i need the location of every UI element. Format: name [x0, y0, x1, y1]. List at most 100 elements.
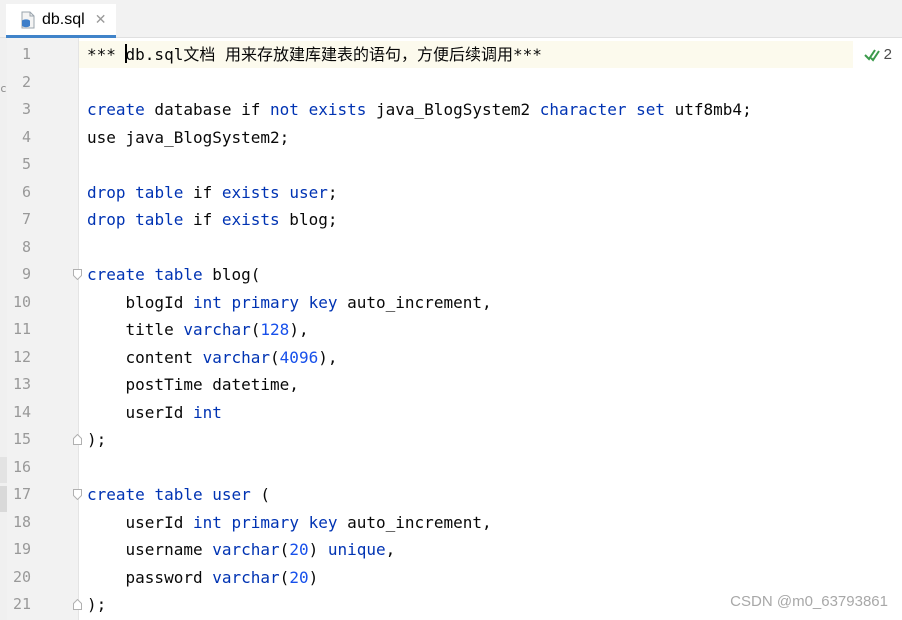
- keyword-token: int: [192, 512, 222, 532]
- keyword-token: int: [192, 402, 222, 422]
- text-token: ;: [327, 182, 338, 202]
- code-text: create table user (: [87, 481, 270, 509]
- inspection-widget[interactable]: 2: [863, 46, 892, 63]
- code-text: password varchar(20): [87, 564, 319, 592]
- line-number: 14: [12, 402, 31, 421]
- keyword-token: exists: [221, 182, 280, 202]
- line-number: 2: [21, 72, 31, 91]
- text-token: username: [87, 540, 213, 559]
- text-token: if: [183, 182, 222, 202]
- line-number: 15: [12, 430, 31, 448]
- line-number: 4: [21, 127, 31, 146]
- keyword-token: table: [154, 485, 203, 504]
- code-text: create database if not exists java_BlogS…: [87, 96, 752, 124]
- code-text: drop table if exists blog;: [87, 206, 337, 234]
- text-token: (: [250, 320, 261, 339]
- code-text: title varchar(128),: [87, 316, 309, 344]
- code-text: );: [87, 426, 106, 454]
- check-double-icon: [863, 48, 880, 62]
- fold-close-icon[interactable]: [73, 434, 82, 445]
- fold-close-icon[interactable]: [73, 599, 82, 610]
- text-token: );: [87, 595, 107, 614]
- line-number: 9: [21, 265, 31, 283]
- text-token: if: [183, 210, 222, 229]
- code-text: userId int primary key auto_increment,: [87, 509, 492, 537]
- line-number: 6: [21, 182, 31, 201]
- keyword-token: int: [192, 292, 222, 312]
- fold-open-icon[interactable]: [73, 269, 82, 280]
- code-text: blogId int primary key auto_increment,: [87, 289, 492, 317]
- line-number: 3: [21, 100, 31, 118]
- text-token: ),: [289, 320, 309, 339]
- code-text: drop table if exists user;: [87, 179, 337, 207]
- code-text: userId int: [87, 399, 222, 427]
- keyword-token: table: [154, 265, 203, 284]
- line-number: 11: [12, 320, 31, 338]
- text-token: ,: [385, 540, 396, 559]
- code-text: );: [87, 591, 106, 619]
- keyword-token: exists: [308, 100, 367, 119]
- sql-file-icon: [20, 11, 36, 29]
- keyword-token: not: [270, 100, 299, 119]
- keyword-token: drop: [87, 182, 126, 202]
- text-token: ): [308, 540, 328, 559]
- text-token: postTime datetime,: [87, 375, 299, 394]
- fold-open-icon[interactable]: [73, 489, 82, 500]
- line-number: 7: [21, 210, 31, 228]
- text-token: (: [279, 567, 290, 587]
- line-number: 21: [12, 595, 31, 613]
- keyword-token: user: [212, 485, 251, 504]
- line-number: 19: [12, 540, 31, 558]
- text-token: utf8mb4;: [665, 100, 752, 119]
- text-token: userId: [87, 402, 193, 422]
- text-token: content: [87, 347, 203, 367]
- keyword-token: table: [135, 182, 184, 202]
- code-text: use java_BlogSystem2;: [87, 124, 289, 152]
- close-icon[interactable]: ✕: [95, 12, 107, 28]
- text-token: ): [308, 567, 319, 587]
- strip-marker: [0, 486, 7, 512]
- text-token: (: [250, 485, 271, 504]
- keyword-token: character set: [539, 100, 665, 119]
- line-number: 12: [12, 347, 31, 366]
- line-number: 16: [12, 457, 31, 476]
- watermark: CSDN @m0_63793861: [730, 593, 888, 610]
- left-tool-strip: c: [0, 38, 7, 620]
- text-token: auto_increment,: [337, 292, 492, 312]
- code-text: *** db.sql文档 用来存放建库建表的语句，方便后续调用***: [87, 41, 542, 69]
- keyword-token: varchar: [202, 347, 271, 367]
- tab-title: db.sql: [42, 10, 85, 28]
- strip-letter: c: [0, 82, 7, 95]
- text-token: java_BlogSystem2: [366, 100, 540, 119]
- code-text: content varchar(4096),: [87, 344, 338, 372]
- keyword-token: primary key: [231, 292, 338, 312]
- text-token: userId: [87, 512, 193, 532]
- inspection-count: 2: [883, 46, 892, 63]
- text-token: title: [87, 320, 184, 339]
- line-number: 1: [21, 45, 31, 63]
- keyword-token: varchar: [212, 567, 280, 587]
- text-token: auto_increment,: [337, 512, 492, 532]
- code-text: username varchar(20) unique,: [87, 536, 396, 564]
- strip-marker: [0, 457, 7, 483]
- keyword-token: create: [87, 100, 145, 119]
- number-token: 20: [289, 540, 309, 559]
- line-number: 10: [12, 292, 31, 311]
- line-number: 20: [12, 567, 31, 586]
- keyword-token: user: [289, 182, 328, 202]
- keyword-token: drop: [87, 210, 126, 229]
- tab-db-sql[interactable]: db.sql ✕: [6, 4, 116, 38]
- number-token: 128: [260, 320, 290, 339]
- keyword-token: table: [135, 210, 184, 229]
- text-token: (: [279, 540, 290, 559]
- text-token: password: [87, 567, 213, 587]
- code-text: create table blog(: [87, 261, 260, 289]
